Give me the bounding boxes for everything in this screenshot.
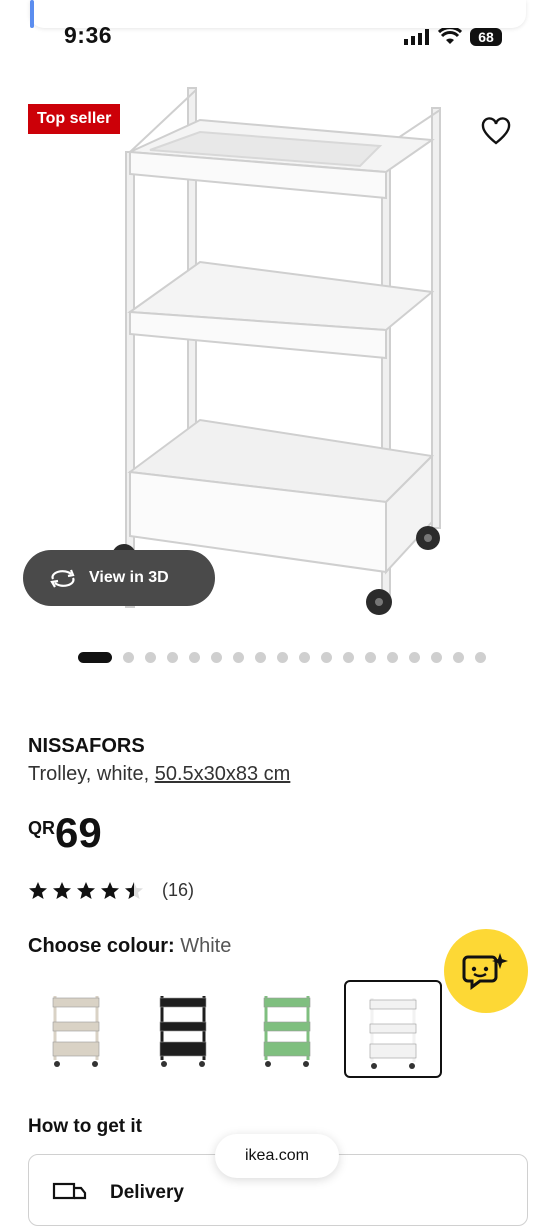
colour-label-title: Choose colour: <box>28 935 175 957</box>
view-in-3d-button[interactable]: View in 3D <box>23 550 215 606</box>
product-description: Trolley, white, 50.5x30x83 cm <box>28 763 290 786</box>
rating-count: (16) <box>162 880 195 900</box>
rotate-icon <box>50 569 75 588</box>
carousel-dot[interactable] <box>233 652 244 663</box>
product-name: NISSAFORS <box>28 735 145 757</box>
carousel-dot[interactable] <box>475 652 486 663</box>
heart-icon[interactable] <box>480 116 512 148</box>
trolley-thumbnail <box>52 996 100 1067</box>
product-image[interactable] <box>0 62 554 632</box>
delivery-label: Delivery <box>110 1182 184 1203</box>
colour-swatch-white[interactable] <box>344 980 442 1078</box>
carousel-dot[interactable] <box>189 652 200 663</box>
carousel-dot[interactable] <box>365 652 376 663</box>
view-in-3d-label: View in 3D <box>89 569 169 586</box>
carousel-dot[interactable] <box>167 652 178 663</box>
star-icon <box>125 881 143 899</box>
trolley-thumbnail <box>159 996 207 1067</box>
carousel-dot[interactable] <box>387 652 398 663</box>
price-amount: 69 <box>55 809 102 856</box>
carousel-dot[interactable] <box>453 652 464 663</box>
rating-stars <box>28 881 144 901</box>
product-type: Trolley, white, <box>28 763 155 785</box>
top-seller-badge: Top seller <box>28 104 121 134</box>
price: QR 69 <box>28 812 102 854</box>
price-currency: QR <box>28 818 55 838</box>
carousel-dot[interactable] <box>343 652 354 663</box>
status-icons: 68 <box>404 26 502 48</box>
colour-swatch-beige[interactable] <box>29 980 127 1078</box>
carousel-dot[interactable] <box>277 652 288 663</box>
chat-icon <box>462 953 508 990</box>
trolley-thumbnail <box>263 996 311 1067</box>
star-icon <box>101 881 119 899</box>
carousel-dot[interactable] <box>431 652 442 663</box>
carousel-dot[interactable] <box>78 652 112 663</box>
battery-indicator: 68 <box>470 28 502 46</box>
star-icon <box>53 881 71 899</box>
colour-swatch-green[interactable] <box>240 980 338 1078</box>
star-icon <box>29 881 47 899</box>
carousel-dot[interactable] <box>123 652 134 663</box>
colour-label: Choose colour: White <box>28 935 231 958</box>
colour-value: White <box>180 935 232 957</box>
wifi-icon <box>438 28 462 44</box>
browser-url-pill[interactable]: ikea.com <box>215 1134 339 1178</box>
colour-swatch-black[interactable] <box>136 980 234 1078</box>
status-time: 9:36 <box>64 22 113 48</box>
carousel-dot[interactable] <box>409 652 420 663</box>
trolley-thumbnail <box>369 998 417 1069</box>
rating[interactable]: (16) <box>28 880 194 901</box>
carousel-dot[interactable] <box>299 652 310 663</box>
chat-assistant-button[interactable] <box>444 929 528 1013</box>
carousel-dot[interactable] <box>211 652 222 663</box>
how-to-get-heading: How to get it <box>28 1116 142 1137</box>
dimensions-link[interactable]: 50.5x30x83 cm <box>155 763 291 785</box>
star-icon <box>77 881 95 899</box>
carousel-dot[interactable] <box>255 652 266 663</box>
signal-icon <box>404 29 429 45</box>
carousel-pagination[interactable] <box>78 652 486 663</box>
carousel-dot[interactable] <box>145 652 156 663</box>
carousel-dot[interactable] <box>321 652 332 663</box>
